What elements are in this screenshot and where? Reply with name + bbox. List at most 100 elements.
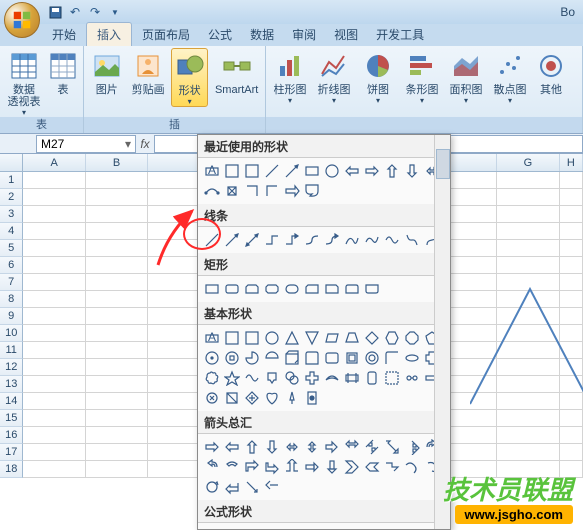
shape-arrow-5[interactable] [302,437,322,457]
cell[interactable] [86,342,148,359]
column-chart-button[interactable]: 柱形图▾ [270,48,310,105]
shape-recent-8[interactable] [362,161,382,181]
name-box[interactable]: M27▾ [36,135,136,153]
cell[interactable] [86,257,148,274]
col-header[interactable]: A [23,154,85,171]
row-header[interactable]: 16 [0,427,23,444]
save-icon[interactable] [46,3,64,21]
shape-arrow-9[interactable] [382,437,402,457]
fx-icon[interactable]: fx [136,137,154,151]
area-chart-button[interactable]: 面积图▾ [446,48,486,105]
cell[interactable] [23,427,85,444]
qat-dropdown-icon[interactable]: ▼ [106,3,124,21]
pie-chart-button[interactable]: 饼图▾ [358,48,398,105]
cell[interactable] [560,393,583,410]
tab-data[interactable]: 数据 [242,23,282,46]
cell[interactable] [23,410,85,427]
cell[interactable] [86,376,148,393]
cell[interactable] [497,172,559,189]
shape-rect-2[interactable] [242,279,262,299]
cell[interactable] [497,444,559,461]
cell[interactable] [497,291,559,308]
cell[interactable] [86,206,148,223]
row-header[interactable]: 13 [0,376,23,393]
cell[interactable] [560,189,583,206]
shape-recent-17[interactable] [302,181,322,201]
shape-basic-16[interactable] [282,348,302,368]
shape-basic-41[interactable] [302,388,322,408]
row-header[interactable]: 18 [0,461,23,478]
tab-home[interactable]: 开始 [44,23,84,46]
col-header[interactable]: H [560,154,583,171]
cell[interactable] [560,359,583,376]
cell[interactable] [23,308,85,325]
shape-rect-3[interactable] [262,279,282,299]
shape-arrow-1[interactable] [222,437,242,457]
shape-basic-17[interactable] [302,348,322,368]
shape-basic-37[interactable] [222,388,242,408]
shape-rect-7[interactable] [342,279,362,299]
shape-recent-7[interactable] [342,161,362,181]
cell[interactable] [560,240,583,257]
cell[interactable] [86,359,148,376]
shape-recent-0[interactable]: A [202,161,222,181]
shape-basic-32[interactable] [362,368,382,388]
shape-arrow-14[interactable] [242,457,262,477]
row-header[interactable]: 14 [0,393,23,410]
cell[interactable] [560,257,583,274]
shape-eq-4[interactable] [282,526,302,530]
shape-arrow-18[interactable] [322,457,342,477]
cell[interactable] [23,325,85,342]
shape-basic-19[interactable] [342,348,362,368]
cell[interactable] [560,291,583,308]
cell[interactable] [23,376,85,393]
row-header[interactable]: 17 [0,444,23,461]
redo-icon[interactable]: ↷ [86,3,104,21]
undo-icon[interactable]: ↶ [66,3,84,21]
shape-arrow-17[interactable] [302,457,322,477]
cell[interactable] [23,206,85,223]
shape-basic-3[interactable] [262,328,282,348]
smartart-button[interactable]: SmartArt [212,48,261,96]
cell[interactable] [23,274,85,291]
shape-arrow-24[interactable] [202,477,222,497]
shape-basic-14[interactable] [242,348,262,368]
shape-recent-1[interactable] [222,161,242,181]
shape-basic-2[interactable] [242,328,262,348]
cell[interactable] [560,427,583,444]
cell[interactable] [497,410,559,427]
shape-basic-22[interactable] [402,348,422,368]
shape-basic-33[interactable] [382,368,402,388]
cell[interactable] [23,257,85,274]
cell[interactable] [497,189,559,206]
shape-arrow-16[interactable] [282,457,302,477]
cell[interactable] [23,444,85,461]
shape-basic-7[interactable] [342,328,362,348]
bar-chart-button[interactable]: 条形图▾ [402,48,442,105]
cell[interactable] [86,427,148,444]
row-header[interactable]: 3 [0,206,23,223]
shape-line-9[interactable] [382,230,402,250]
shape-arrow-21[interactable] [382,457,402,477]
row-header[interactable]: 1 [0,172,23,189]
cell[interactable] [497,206,559,223]
shape-eq-0[interactable] [202,526,222,530]
cell[interactable] [497,308,559,325]
cell[interactable] [560,206,583,223]
cell[interactable] [23,240,85,257]
shape-recent-14[interactable] [242,181,262,201]
shape-basic-36[interactable] [202,388,222,408]
shape-arrow-10[interactable] [402,437,422,457]
row-header[interactable]: 11 [0,342,23,359]
shape-arrow-27[interactable] [262,477,282,497]
shape-line-10[interactable] [402,230,422,250]
shapes-button[interactable]: 形状 ▾ [171,48,209,107]
shape-line-1[interactable] [222,230,242,250]
cell[interactable] [86,189,148,206]
picture-button[interactable]: 图片 [88,48,125,96]
shape-arrow-6[interactable] [322,437,342,457]
shape-line-0[interactable] [202,230,222,250]
shape-arrow-12[interactable] [202,457,222,477]
shape-rect-0[interactable] [202,279,222,299]
shape-basic-4[interactable] [282,328,302,348]
